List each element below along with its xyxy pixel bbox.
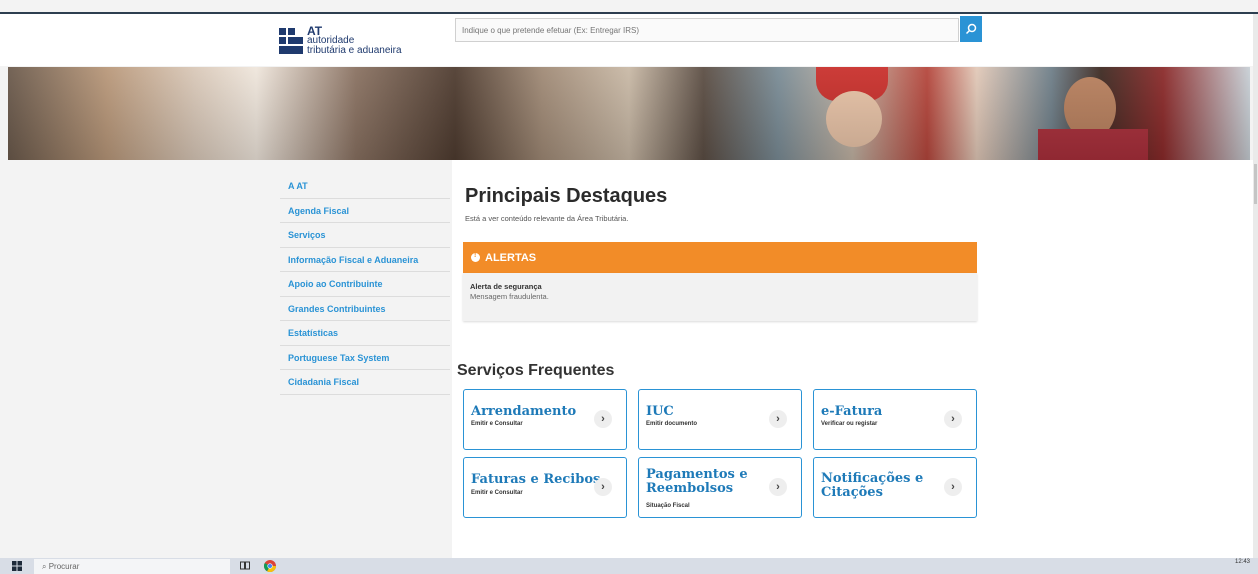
sidebar-item-apoio-contribuinte[interactable]: Apoio ao Contribuinte <box>280 272 450 297</box>
logo-text-line3: tributária e aduaneira <box>307 45 402 56</box>
sidebar-item-a-at[interactable]: A AT <box>280 174 450 199</box>
page-title: Principais Destaques <box>465 185 668 207</box>
chevron-right-icon[interactable]: › <box>944 410 962 428</box>
windows-start-icon[interactable] <box>12 561 22 571</box>
page-scrollbar[interactable] <box>1253 14 1258 558</box>
service-card-pagamentos-reembolsos[interactable]: Pagamentos e Reembolsos Situação Fiscal … <box>638 457 802 518</box>
sidebar-item-agenda-fiscal[interactable]: Agenda Fiscal <box>280 199 450 223</box>
service-card-iuc[interactable]: IUC Emitir documento › <box>638 389 802 450</box>
card-subtitle: Verificar ou registar <box>821 421 878 427</box>
sidebar-item-servicos[interactable]: Serviços <box>280 223 450 248</box>
service-card-arrendamento[interactable]: Arrendamento Emitir e Consultar › <box>463 389 627 450</box>
sidebar-nav: A AT Agenda Fiscal Serviços Informação F… <box>280 174 450 395</box>
sidebar-item-portuguese-tax-system[interactable]: Portuguese Tax System <box>280 346 450 370</box>
sidebar-item-cidadania-fiscal[interactable]: Cidadania Fiscal <box>280 370 450 395</box>
card-title: Pagamentos e Reembolsos <box>646 467 748 496</box>
service-card-notificacoes-citacoes[interactable]: Notificações e Citações › <box>813 457 977 518</box>
chrome-icon[interactable] <box>264 560 276 572</box>
card-title: Notificações e Citações <box>821 471 924 500</box>
card-title: IUC <box>646 404 674 419</box>
taskbar-search[interactable]: ⌕ Procurar <box>34 559 230 574</box>
service-card-faturas-recibos[interactable]: Faturas e Recibos Emitir e Consultar › <box>463 457 627 518</box>
search-button[interactable] <box>960 16 982 42</box>
card-title: e-Fatura <box>821 404 883 419</box>
sidebar-item-estatisticas[interactable]: Estatísticas <box>280 321 450 346</box>
service-card-e-fatura[interactable]: e-Fatura Verificar ou registar › <box>813 389 977 450</box>
card-subtitle: Situação Fiscal <box>646 503 690 509</box>
at-emblem-icon <box>279 28 303 54</box>
chevron-right-icon[interactable]: › <box>594 478 612 496</box>
card-subtitle: Emitir e Consultar <box>471 421 523 427</box>
alert-item[interactable]: Alerta de segurança Mensagem fraudulenta… <box>463 273 977 321</box>
card-title: Faturas e Recibos <box>471 472 601 487</box>
os-taskbar: ⌕ Procurar 12:43 <box>0 558 1258 574</box>
alert-icon <box>471 252 480 262</box>
sidebar-item-grandes-contribuintes[interactable]: Grandes Contribuintes <box>280 297 450 321</box>
card-title: Arrendamento <box>471 404 577 419</box>
alert-header-label: ALERTAS <box>485 251 537 264</box>
taskbar-clock: 12:43 <box>1234 559 1250 565</box>
at-logo[interactable]: AT autoridade tributária e aduaneira <box>279 25 402 56</box>
search-input[interactable] <box>456 19 958 41</box>
page-subtitle: Está a ver conteúdo relevante da Área Tr… <box>465 214 629 223</box>
chevron-right-icon[interactable]: › <box>594 410 612 428</box>
chevron-right-icon[interactable]: › <box>769 478 787 496</box>
chevron-right-icon[interactable]: › <box>944 478 962 496</box>
card-subtitle: Emitir documento <box>646 421 698 427</box>
taskbar-search-label: Procurar <box>48 562 80 571</box>
alert-title: Alerta de segurança <box>470 282 542 291</box>
chevron-right-icon[interactable]: › <box>769 410 787 428</box>
alert-desc: Mensagem fraudulenta. <box>470 292 549 301</box>
sidebar-item-informacao-fiscal[interactable]: Informação Fiscal e Aduaneira <box>280 248 450 272</box>
card-subtitle: Emitir e Consultar <box>471 490 523 496</box>
search-icon: ⌕ <box>42 562 47 571</box>
task-view-icon[interactable] <box>240 561 250 571</box>
hero-banner-image <box>8 67 1250 160</box>
search-box <box>455 18 959 42</box>
search-icon <box>965 23 977 35</box>
services-title: Serviços Frequentes <box>457 362 615 379</box>
alert-header: ALERTAS <box>463 242 977 273</box>
